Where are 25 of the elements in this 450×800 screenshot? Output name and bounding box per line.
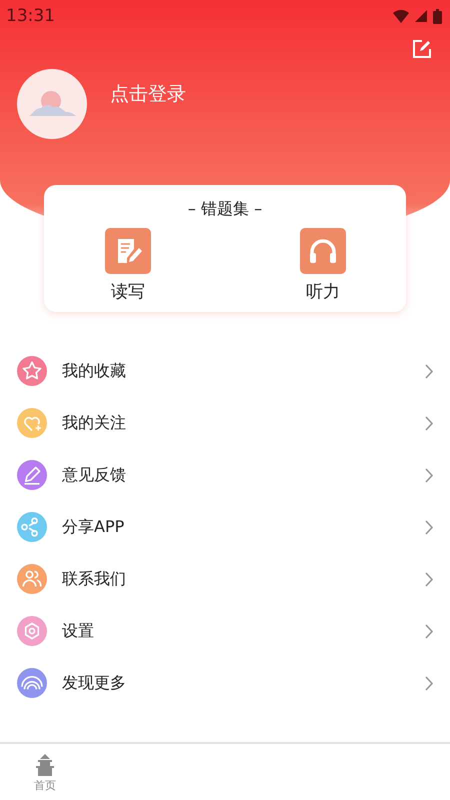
menu-item[interactable]: 发现更多 bbox=[62, 672, 425, 694]
menu-item[interactable]: 意见反馈 bbox=[62, 464, 425, 486]
chevron-icon bbox=[425, 416, 434, 430]
chevron-icon bbox=[425, 364, 434, 378]
category-label[interactable]: 读写 bbox=[111, 280, 145, 303]
menu-item[interactable]: 联系我们 bbox=[62, 568, 425, 590]
chevron-icon bbox=[425, 572, 434, 586]
battery-icon bbox=[433, 8, 442, 24]
headphones-icon[interactable] bbox=[300, 228, 346, 274]
menu-item[interactable]: 设置 bbox=[62, 620, 425, 642]
pagoda-icon bbox=[35, 754, 55, 776]
category-label[interactable]: 听力 bbox=[306, 280, 340, 303]
card-title: – 错题集 – bbox=[186, 198, 264, 220]
chevron-icon bbox=[425, 468, 434, 482]
chevron-icon bbox=[425, 624, 434, 638]
wifi-icon bbox=[393, 10, 409, 22]
menu-item[interactable]: 分享APP bbox=[62, 516, 425, 538]
edit-icon[interactable] bbox=[412, 39, 432, 59]
menu-item[interactable]: 我的收藏 bbox=[62, 360, 425, 382]
status-time: 13:31 bbox=[6, 6, 55, 26]
menu-item[interactable]: 我的关注 bbox=[62, 412, 425, 434]
chevron-icon bbox=[425, 676, 434, 690]
chevron-icon bbox=[425, 520, 434, 534]
note-pencil-icon[interactable] bbox=[105, 228, 151, 274]
signal-icon bbox=[415, 10, 427, 22]
